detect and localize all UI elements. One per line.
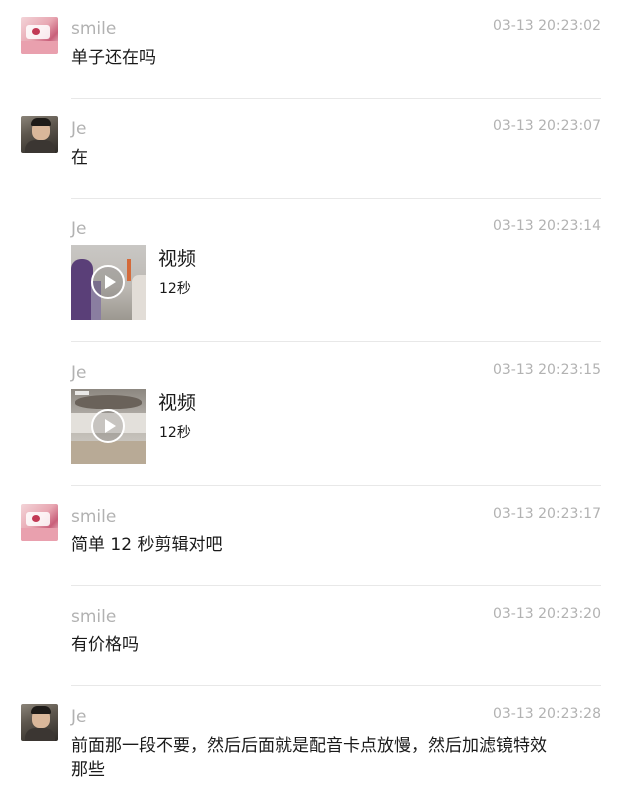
avatar-art (21, 528, 58, 541)
video-thumbnail[interactable] (71, 389, 146, 464)
avatar[interactable] (21, 17, 58, 54)
message-text: 简单 12 秒剪辑对吧 (71, 535, 223, 555)
message-divider (71, 341, 601, 342)
message-divider (71, 98, 601, 99)
video-thumbnail[interactable] (71, 245, 146, 320)
message-divider (71, 585, 601, 586)
avatar-art (31, 118, 51, 126)
message-timestamp: 03-13 20:23:07 (492, 118, 601, 134)
message-timestamp: 03-13 20:23:02 (492, 18, 601, 34)
message-timestamp: 03-13 20:23:17 (492, 506, 601, 522)
thumbnail-art (71, 259, 93, 320)
message-text: 单子还在吗 (71, 48, 156, 68)
thumbnail-art (127, 259, 131, 281)
avatar[interactable] (21, 116, 58, 153)
message-timestamp: 03-13 20:23:15 (492, 362, 601, 378)
video-title[interactable]: 视频 (158, 391, 196, 415)
video-duration: 12秒 (159, 281, 191, 297)
message-timestamp: 03-13 20:23:14 (492, 218, 601, 234)
message-divider (71, 485, 601, 486)
sender-name: Je (71, 119, 87, 139)
message-text-line: 前面那一段不要，然后后面就是配音卡点放慢，然后加滤镜特效 (71, 736, 547, 756)
message-text: 有价格吗 (71, 635, 139, 655)
message-text: 在 (71, 148, 88, 168)
avatar-art (32, 28, 40, 35)
avatar-art (25, 728, 55, 741)
avatar-art (25, 140, 55, 153)
sender-name: smile (71, 19, 117, 39)
sender-name: Je (71, 363, 87, 383)
message-divider (71, 685, 601, 686)
sender-name: Je (71, 219, 87, 239)
avatar-art (21, 41, 58, 54)
video-title[interactable]: 视频 (158, 247, 196, 271)
avatar[interactable] (21, 704, 58, 741)
sender-name: Je (71, 707, 87, 727)
play-circle-icon[interactable] (91, 409, 125, 443)
message-timestamp: 03-13 20:23:28 (492, 706, 601, 722)
message-timestamp: 03-13 20:23:20 (492, 606, 601, 622)
sender-name: smile (71, 607, 117, 627)
sender-name: smile (71, 507, 117, 527)
thumbnail-art (132, 275, 146, 320)
play-circle-icon[interactable] (91, 265, 125, 299)
message-divider (71, 198, 601, 199)
thumbnail-art (75, 395, 142, 409)
message-text-line: 那些 (71, 760, 105, 780)
avatar-art (32, 515, 40, 522)
avatar-art (31, 706, 51, 714)
thumbnail-art (71, 441, 146, 464)
video-duration: 12秒 (159, 425, 191, 441)
avatar[interactable] (21, 504, 58, 541)
thumbnail-art (75, 391, 89, 395)
